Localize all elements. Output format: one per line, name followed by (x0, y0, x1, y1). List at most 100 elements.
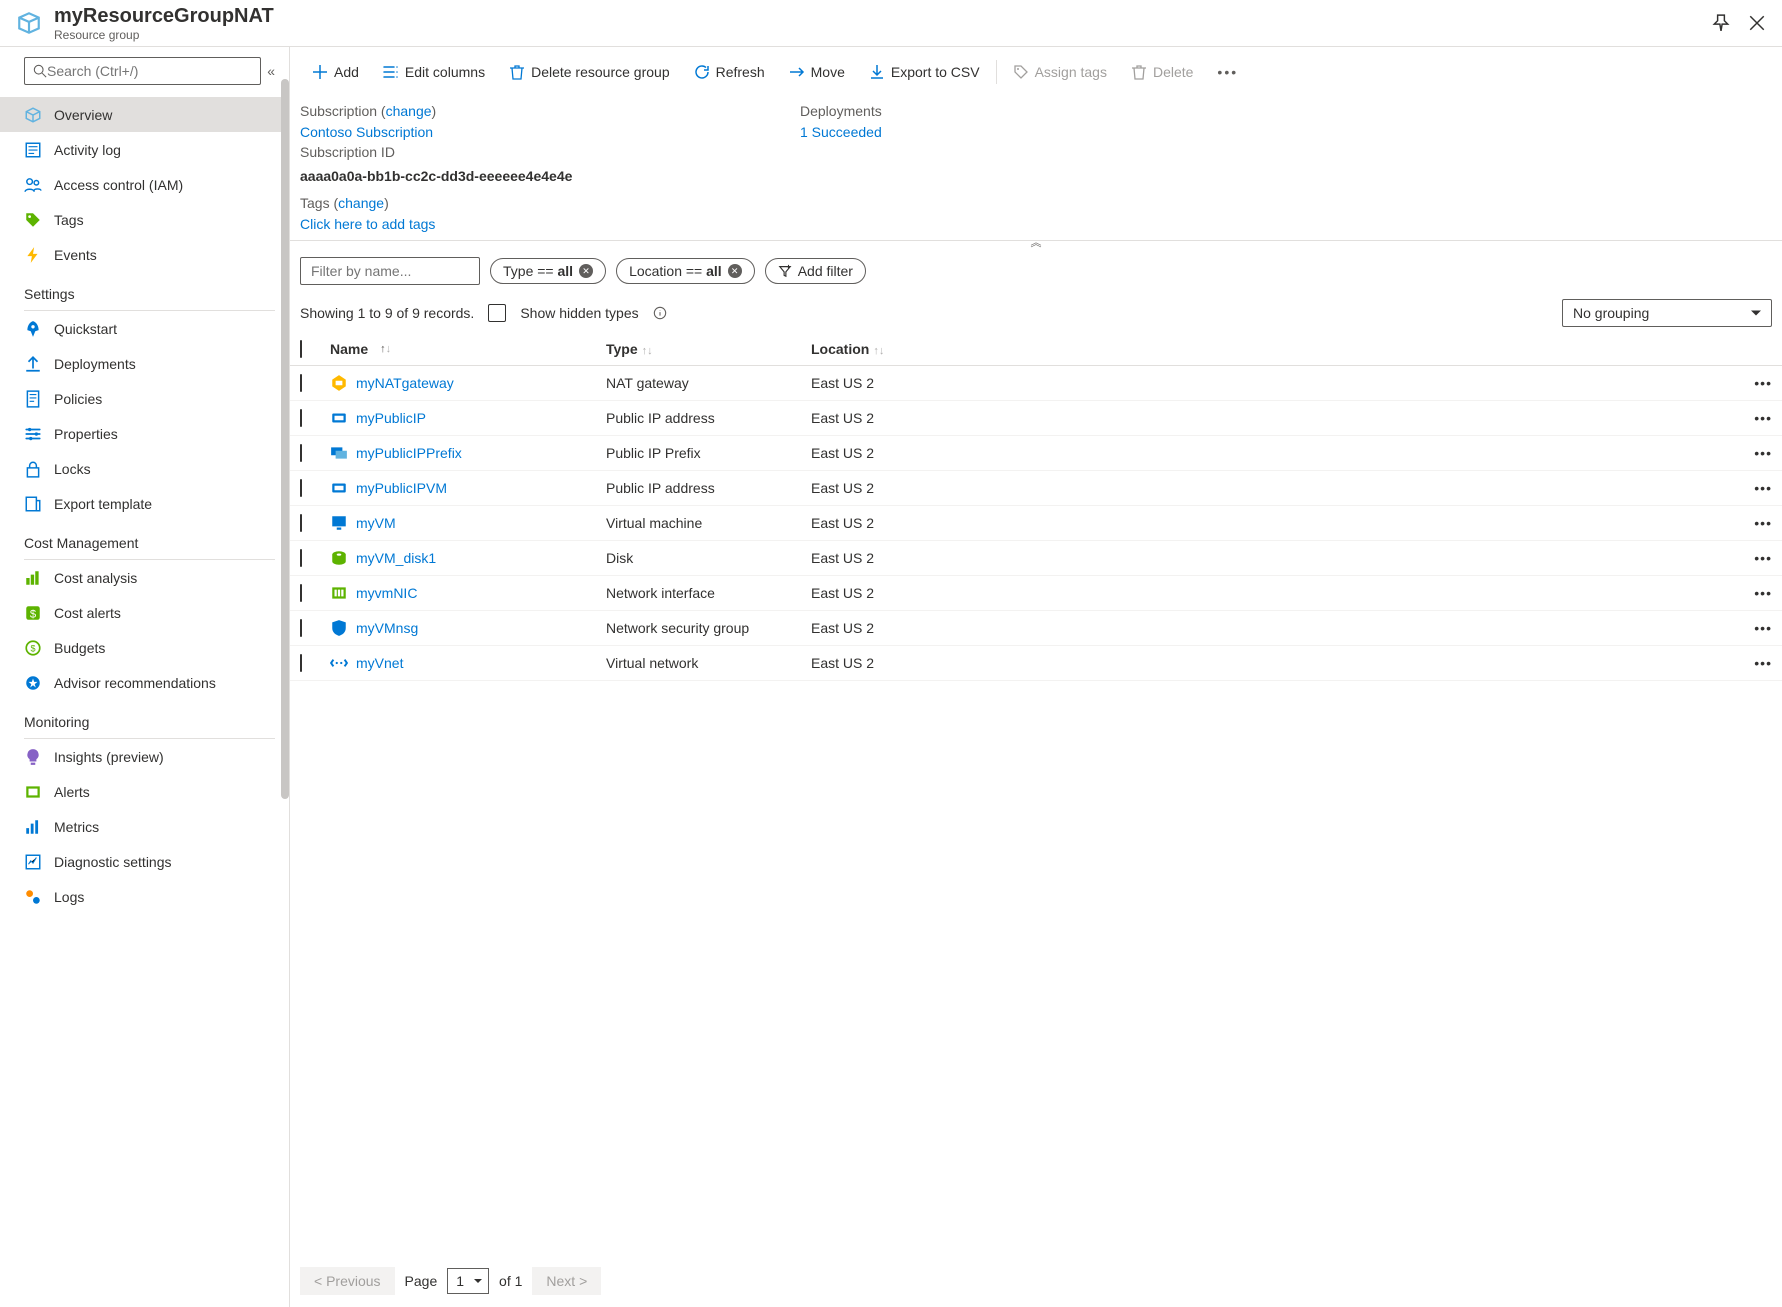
location-column-header[interactable]: Location↑↓ (811, 341, 1742, 357)
add-tags-link[interactable]: Click here to add tags (300, 216, 800, 232)
sidebar-item-quickstart[interactable]: Quickstart (0, 311, 289, 346)
pipprefix-icon (330, 444, 348, 462)
name-column-header[interactable]: Name↑↓ (330, 341, 606, 357)
table-row[interactable]: myPublicIPPublic IP addressEast US 2••• (290, 401, 1782, 436)
sidebar-search[interactable] (24, 57, 261, 85)
more-button[interactable]: ••• (1205, 58, 1250, 86)
row-checkbox[interactable] (300, 514, 302, 532)
resource-location: East US 2 (811, 480, 1742, 496)
row-more-button[interactable]: ••• (1742, 375, 1772, 391)
sidebar-item-diagnostic-settings[interactable]: Diagnostic settings (0, 844, 289, 879)
page-select[interactable]: 1 (447, 1268, 489, 1294)
row-more-button[interactable]: ••• (1742, 655, 1772, 671)
filter-name-input[interactable] (300, 257, 480, 285)
sidebar-item-policies[interactable]: Policies (0, 381, 289, 416)
resource-link[interactable]: myPublicIP (356, 410, 426, 426)
move-button[interactable]: Move (777, 58, 857, 86)
table-row[interactable]: myVMVirtual machineEast US 2••• (290, 506, 1782, 541)
resource-link[interactable]: myPublicIPPrefix (356, 445, 462, 461)
table-row[interactable]: myPublicIPPrefixPublic IP PrefixEast US … (290, 436, 1782, 471)
collapse-essentials-icon[interactable]: ︽ (1031, 234, 1042, 250)
resources-table: Name↑↓ Type↑↓ Location↑↓ myNATgatewayNAT… (290, 333, 1782, 1255)
sidebar-item-label: Logs (54, 889, 84, 905)
sidebar-item-metrics[interactable]: Metrics (0, 809, 289, 844)
resource-link[interactable]: myNATgateway (356, 375, 454, 391)
row-more-button[interactable]: ••• (1742, 480, 1772, 496)
sidebar-item-insights-preview-[interactable]: Insights (preview) (0, 739, 289, 774)
search-input[interactable] (47, 63, 252, 79)
resource-link[interactable]: myPublicIPVM (356, 480, 447, 496)
row-more-button[interactable]: ••• (1742, 585, 1772, 601)
row-checkbox[interactable] (300, 619, 302, 637)
sidebar-item-activity-log[interactable]: Activity log (0, 132, 289, 167)
type-filter-pill[interactable]: Type == all✕ (490, 258, 606, 284)
row-more-button[interactable]: ••• (1742, 620, 1772, 636)
table-row[interactable]: myPublicIPVMPublic IP addressEast US 2••… (290, 471, 1782, 506)
row-checkbox[interactable] (300, 374, 302, 392)
refresh-button[interactable]: Refresh (682, 58, 777, 86)
resource-link[interactable]: myVMnsg (356, 620, 418, 636)
sidebar-item-deployments[interactable]: Deployments (0, 346, 289, 381)
sidebar-item-logs[interactable]: Logs (0, 879, 289, 914)
page-title: myResourceGroupNAT (54, 4, 1712, 28)
change-subscription-link[interactable]: change (386, 103, 432, 119)
metrics-icon (24, 818, 42, 836)
sidebar-item-alerts[interactable]: Alerts (0, 774, 289, 809)
close-icon[interactable] (1748, 14, 1766, 32)
sidebar-item-locks[interactable]: Locks (0, 451, 289, 486)
table-row[interactable]: myVMnsgNetwork security groupEast US 2••… (290, 611, 1782, 646)
bolt-icon (24, 246, 42, 264)
pin-icon[interactable] (1712, 14, 1730, 32)
resource-link[interactable]: myVnet (356, 655, 403, 671)
row-checkbox[interactable] (300, 479, 302, 497)
sidebar-scrollbar[interactable] (281, 79, 289, 1307)
grouping-select[interactable]: No grouping (1562, 299, 1772, 327)
row-checkbox[interactable] (300, 444, 302, 462)
resource-location: East US 2 (811, 585, 1742, 601)
location-filter-pill[interactable]: Location == all✕ (616, 258, 755, 284)
table-row[interactable]: myVM_disk1DiskEast US 2••• (290, 541, 1782, 576)
sidebar-item-tags[interactable]: Tags (0, 202, 289, 237)
show-hidden-checkbox[interactable] (488, 304, 506, 322)
export-csv-button[interactable]: Export to CSV (857, 58, 992, 86)
clear-type-filter-icon[interactable]: ✕ (579, 264, 593, 278)
collapse-sidebar-icon[interactable]: « (267, 63, 275, 79)
deployments-label: Deployments (800, 101, 1300, 122)
next-page-button: Next > (532, 1267, 601, 1295)
select-all-checkbox[interactable] (300, 340, 302, 358)
row-more-button[interactable]: ••• (1742, 515, 1772, 531)
deployments-link[interactable]: 1 Succeeded (800, 124, 1300, 140)
row-checkbox[interactable] (300, 409, 302, 427)
resource-link[interactable]: myvmNIC (356, 585, 417, 601)
resource-link[interactable]: myVM_disk1 (356, 550, 436, 566)
sidebar-item-cost-alerts[interactable]: $Cost alerts (0, 595, 289, 630)
log-icon (24, 141, 42, 159)
type-column-header[interactable]: Type↑↓ (606, 341, 811, 357)
sidebar-item-advisor-recommendations[interactable]: Advisor recommendations (0, 665, 289, 700)
clear-location-filter-icon[interactable]: ✕ (728, 264, 742, 278)
change-tags-link[interactable]: change (338, 195, 384, 211)
delete-rg-button[interactable]: Delete resource group (497, 58, 682, 86)
info-icon[interactable] (653, 306, 667, 320)
table-row[interactable]: myVnetVirtual networkEast US 2••• (290, 646, 1782, 681)
row-more-button[interactable]: ••• (1742, 410, 1772, 426)
sidebar-item-access-control-iam-[interactable]: Access control (IAM) (0, 167, 289, 202)
subscription-name-link[interactable]: Contoso Subscription (300, 124, 800, 140)
row-checkbox[interactable] (300, 654, 302, 672)
table-row[interactable]: myNATgatewayNAT gatewayEast US 2••• (290, 366, 1782, 401)
row-more-button[interactable]: ••• (1742, 550, 1772, 566)
row-checkbox[interactable] (300, 584, 302, 602)
resource-link[interactable]: myVM (356, 515, 396, 531)
sidebar-item-events[interactable]: Events (0, 237, 289, 272)
sidebar-item-properties[interactable]: Properties (0, 416, 289, 451)
add-filter-button[interactable]: Add filter (765, 258, 866, 284)
sidebar-item-overview[interactable]: Overview (0, 97, 289, 132)
sidebar-item-export-template[interactable]: Export template (0, 486, 289, 521)
sidebar-item-cost-analysis[interactable]: Cost analysis (0, 560, 289, 595)
add-button[interactable]: Add (300, 58, 371, 86)
row-more-button[interactable]: ••• (1742, 445, 1772, 461)
sidebar-item-budgets[interactable]: $Budgets (0, 630, 289, 665)
row-checkbox[interactable] (300, 549, 302, 567)
table-row[interactable]: myvmNICNetwork interfaceEast US 2••• (290, 576, 1782, 611)
edit-columns-button[interactable]: Edit columns (371, 58, 497, 86)
